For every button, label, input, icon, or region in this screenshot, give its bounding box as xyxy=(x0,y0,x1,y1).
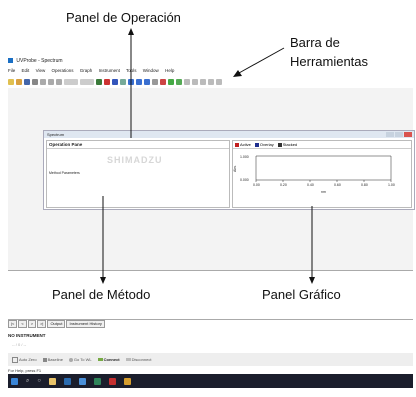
arrow-toolbar-icon xyxy=(233,70,242,77)
arrow-method-icon xyxy=(100,277,106,284)
arrow-graph-icon xyxy=(309,277,315,284)
annotation-arrows xyxy=(100,28,315,284)
arrow-up-icon xyxy=(128,28,134,35)
